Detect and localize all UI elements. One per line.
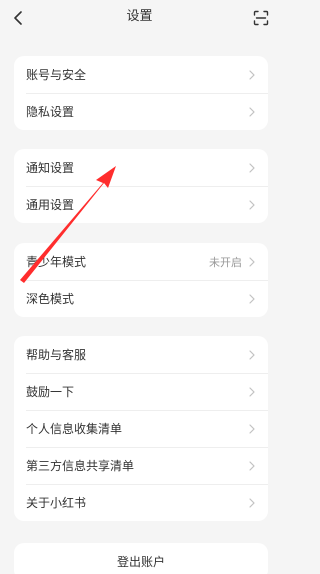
settings-item-label: 帮助与客服 (26, 348, 87, 362)
settings-item-label: 鼓励一下 (26, 385, 75, 399)
top-bar: 设置 (0, 0, 279, 36)
chevron-right-icon (248, 460, 256, 471)
chevron-right-icon (248, 106, 256, 117)
settings-item-label: 深色模式 (26, 292, 75, 306)
chevron-right-icon (248, 293, 256, 304)
settings-group-modes: 青少年模式 未开启 深色模式 (14, 243, 268, 317)
page-title: 设置 (126, 9, 153, 24)
chevron-right-icon (248, 386, 256, 397)
settings-item-dark-mode[interactable]: 深色模式 (14, 280, 268, 317)
chevron-right-icon (248, 69, 256, 80)
settings-item-personal-info-list[interactable]: 个人信息收集清单 (14, 410, 268, 447)
settings-item-encourage[interactable]: 鼓励一下 (14, 373, 268, 410)
settings-item-notifications[interactable]: 通知设置 (14, 149, 268, 186)
scan-icon (253, 10, 269, 26)
settings-item-privacy[interactable]: 隐私设置 (14, 93, 268, 130)
settings-item-help[interactable]: 帮助与客服 (14, 336, 268, 373)
settings-group-about: 帮助与客服 鼓励一下 个人信息收集清单 第三方信息共享清单 关于小红书 (14, 336, 268, 521)
settings-group-account: 账号与安全 隐私设置 (14, 56, 268, 130)
chevron-right-icon (248, 423, 256, 434)
settings-item-third-party-sharing-list[interactable]: 第三方信息共享清单 (14, 447, 268, 484)
chevron-right-icon (248, 497, 256, 508)
settings-group-general: 通知设置 通用设置 (14, 149, 268, 223)
settings-screen: 设置 账号与安全 隐私设置 通知设置 通用设置 青少年模式 未开启 深色模式 帮… (0, 0, 279, 574)
settings-item-teen-mode[interactable]: 青少年模式 未开启 (14, 243, 268, 280)
settings-item-label: 个人信息收集清单 (26, 422, 123, 436)
settings-item-label: 第三方信息共享清单 (26, 459, 135, 473)
settings-item-general[interactable]: 通用设置 (14, 186, 268, 223)
settings-item-label: 通知设置 (26, 161, 75, 175)
settings-item-label: 青少年模式 (26, 255, 87, 269)
settings-item-label: 通用设置 (26, 198, 75, 212)
scan-button[interactable] (249, 6, 273, 30)
logout-button[interactable]: 登出账户 (14, 543, 268, 574)
settings-item-label: 隐私设置 (26, 105, 75, 119)
settings-item-label: 关于小红书 (26, 496, 87, 510)
settings-item-label: 账号与安全 (26, 68, 87, 82)
settings-item-about[interactable]: 关于小红书 (14, 484, 268, 521)
chevron-right-icon (248, 162, 256, 173)
logout-label: 登出账户 (116, 555, 165, 569)
chevron-right-icon (248, 349, 256, 360)
settings-item-account-security[interactable]: 账号与安全 (14, 56, 268, 93)
teen-mode-status: 未开启 (209, 255, 242, 269)
chevron-right-icon (248, 199, 256, 210)
chevron-right-icon (248, 256, 256, 267)
